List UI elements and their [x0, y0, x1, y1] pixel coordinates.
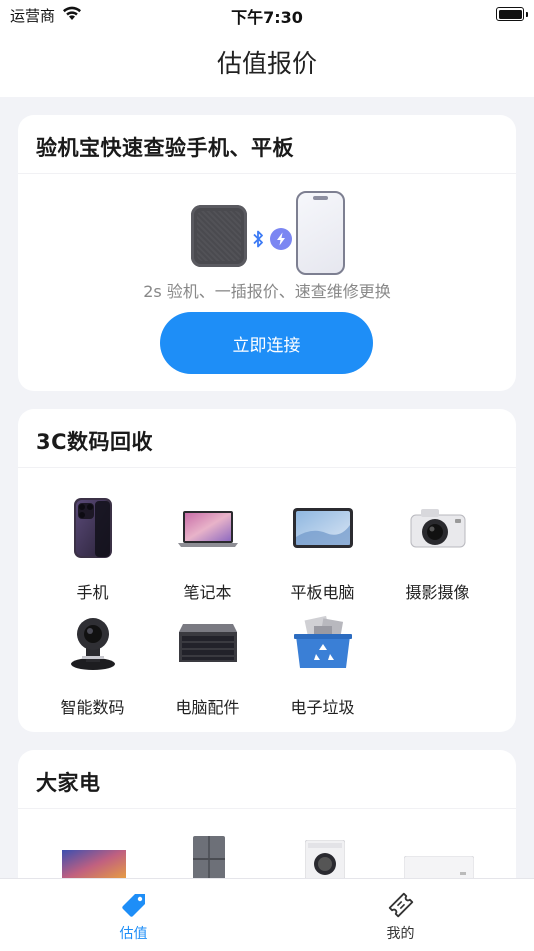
tv-icon[interactable]: [62, 850, 126, 880]
tab-mine[interactable]: 我的: [267, 879, 534, 951]
laptop-icon: [178, 511, 238, 547]
bluetooth-icon: [253, 230, 263, 248]
clock: 下午7:30: [231, 8, 303, 27]
washing-machine-icon[interactable]: [305, 840, 345, 880]
tab-valuation[interactable]: 估值: [0, 879, 267, 951]
category-e-waste[interactable]: 电子垃圾: [265, 612, 380, 722]
recycle-bin-icon: [294, 615, 352, 668]
page-title: 估值报价: [216, 49, 317, 78]
category-label: 笔记本: [183, 583, 232, 602]
tab-label: 估值: [119, 926, 148, 942]
category-label: 电子垃圾: [290, 698, 355, 717]
inspect-card-title: 验机宝快速查验手机、平板: [36, 136, 294, 160]
conference-camera-icon: [71, 618, 115, 670]
category-label: 电脑配件: [175, 698, 240, 717]
phone-outline-icon: [296, 191, 345, 275]
status-bar: 运营商 下午7:30: [0, 0, 534, 30]
ticket-icon: [388, 892, 414, 918]
category-laptop[interactable]: 笔记本: [150, 497, 265, 607]
inspect-card: 验机宝快速查验手机、平板 2s 验机、一插报价、速查维修更换 立即连接: [18, 115, 516, 391]
price-tag-icon: [122, 894, 145, 917]
category-tablet[interactable]: 平板电脑: [265, 497, 380, 607]
category-phone[interactable]: 手机: [35, 497, 150, 607]
refrigerator-icon[interactable]: [193, 836, 225, 880]
inspection-device-icon: [191, 205, 247, 267]
category-label: 平板电脑: [290, 583, 355, 602]
category-label: 手机: [76, 583, 109, 602]
tab-bar: 估值 我的: [0, 878, 534, 951]
connect-now-button[interactable]: 立即连接: [160, 312, 373, 374]
divider: [18, 808, 516, 809]
category-pc-parts[interactable]: 电脑配件: [150, 612, 265, 722]
digital-recycle-card: 3C数码回收 手机 笔记本 平板电脑 摄影摄像 智能数码 电脑配件 电子垃圾: [18, 409, 516, 732]
battery-icon: [496, 7, 528, 21]
digital-card-title: 3C数码回收: [36, 430, 154, 454]
tablet-icon: [293, 508, 353, 548]
nav-bar: 估值报价: [0, 30, 534, 97]
smartphone-icon: [74, 498, 112, 558]
divider: [18, 173, 516, 174]
tab-label: 我的: [386, 926, 415, 942]
category-label: 智能数码: [60, 698, 125, 717]
divider: [18, 467, 516, 468]
air-conditioner-icon[interactable]: [404, 856, 474, 880]
appliance-card-title: 大家电: [36, 771, 101, 795]
category-smart-digital[interactable]: 智能数码: [35, 612, 150, 722]
category-camera[interactable]: 摄影摄像: [380, 497, 495, 607]
category-label: 摄影摄像: [405, 583, 470, 602]
inspect-description: 2s 验机、一插报价、速查维修更换: [143, 282, 391, 301]
camera-icon: [410, 509, 466, 548]
server-icon: [179, 624, 237, 662]
charging-bolt-icon: [270, 228, 292, 250]
